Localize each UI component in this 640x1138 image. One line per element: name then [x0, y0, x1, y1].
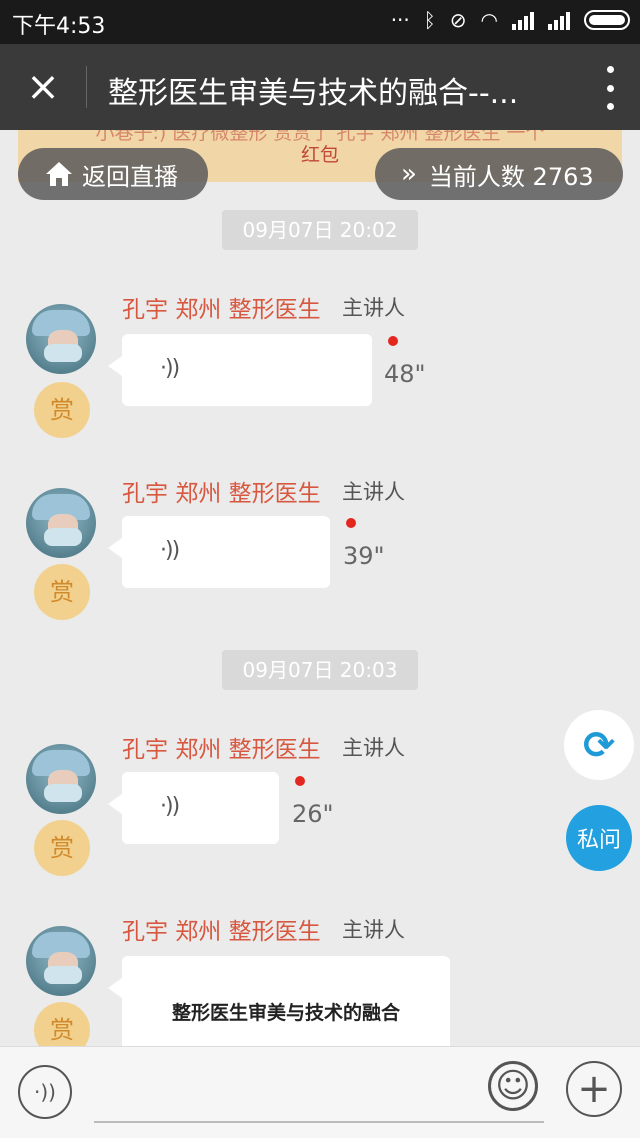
- avatar[interactable]: [26, 488, 96, 558]
- document-message[interactable]: 整形医生审美与技术的融合: [108, 956, 450, 1056]
- voice-message[interactable]: ·)): [108, 772, 279, 844]
- title-bar: × 整形医生审美与技术的融合--...: [0, 44, 640, 130]
- unread-dot: [346, 518, 356, 528]
- sender-role: 主讲人: [342, 736, 405, 760]
- refresh-button[interactable]: ⟳: [564, 710, 634, 780]
- back-to-live-label: 返回直播: [82, 162, 178, 191]
- avatar[interactable]: [26, 304, 96, 374]
- sender-role: 主讲人: [342, 480, 405, 504]
- page-title: 整形医生审美与技术的融合--...: [108, 76, 519, 111]
- voice-message[interactable]: ·)): [108, 334, 372, 406]
- signal-icon: [512, 10, 534, 30]
- emoji-button[interactable]: ☺: [488, 1061, 538, 1111]
- signal-icon: [548, 10, 570, 30]
- timestamp: 09月07日 20:03: [222, 650, 418, 690]
- more-dots-icon: ···: [390, 8, 410, 32]
- plus-button[interactable]: +: [566, 1061, 622, 1117]
- home-icon: [46, 162, 72, 186]
- refresh-icon: ⟳: [583, 723, 615, 767]
- wifi-icon: ◠: [480, 8, 498, 32]
- voice-duration: 39": [343, 542, 385, 570]
- close-icon[interactable]: ×: [20, 64, 66, 110]
- voice-input-button[interactable]: ·)): [18, 1065, 72, 1119]
- divider: [86, 66, 87, 108]
- timestamp: 09月07日 20:02: [222, 210, 418, 250]
- online-count-label: 当前人数 2763: [428, 162, 594, 191]
- reward-button[interactable]: 赏: [34, 564, 90, 620]
- voice-wave-icon: ·)): [160, 794, 180, 819]
- sender-name: 孔宇 郑州 整形医生: [122, 737, 321, 763]
- voice-message[interactable]: ·)): [108, 516, 330, 588]
- private-ask-button[interactable]: 私问: [566, 805, 632, 871]
- sender-name: 孔宇 郑州 整形医生: [122, 919, 321, 945]
- online-count: » 当前人数 2763: [375, 148, 623, 200]
- status-time: 下午4:53: [12, 14, 106, 39]
- status-bar: 下午4:53 ··· ᛒ ⊘ ◠: [0, 0, 640, 44]
- plus-icon: +: [577, 1066, 611, 1112]
- voice-duration: 26": [292, 800, 334, 828]
- more-menu-icon[interactable]: [604, 66, 616, 110]
- document-title: 整形医生审美与技术的融合: [171, 1002, 400, 1024]
- bluetooth-icon: ᛒ: [423, 8, 436, 32]
- emoji-icon: ☺: [495, 1066, 531, 1106]
- double-chevron-icon: »: [401, 159, 417, 189]
- status-icons: ··· ᛒ ⊘ ◠: [391, 8, 630, 32]
- sender-name: 孔宇 郑州 整形医生: [122, 481, 321, 507]
- battery-icon: [584, 10, 630, 30]
- notice-line1: 小巷子:) 医疗微整形 赏赏了 孔宇 郑州 整形医生 一个: [95, 130, 545, 144]
- back-to-live-button[interactable]: 返回直播: [18, 148, 208, 200]
- voice-wave-icon: ·)): [160, 538, 180, 563]
- input-bar: ·)) ☺ +: [0, 1046, 640, 1138]
- reward-button[interactable]: 赏: [34, 382, 90, 438]
- sender-name: 孔宇 郑州 整形医生: [122, 297, 321, 323]
- sender-role: 主讲人: [342, 296, 405, 320]
- voice-duration: 48": [384, 360, 426, 388]
- reward-button[interactable]: 赏: [34, 820, 90, 876]
- avatar[interactable]: [26, 926, 96, 996]
- unread-dot: [295, 776, 305, 786]
- voice-wave-icon: ·)): [160, 356, 180, 381]
- voice-icon: ·)): [34, 1080, 56, 1104]
- unread-dot: [388, 336, 398, 346]
- sender-role: 主讲人: [342, 918, 405, 942]
- message-input[interactable]: [94, 1121, 544, 1123]
- avatar[interactable]: [26, 744, 96, 814]
- vibrate-off-icon: ⊘: [449, 8, 467, 32]
